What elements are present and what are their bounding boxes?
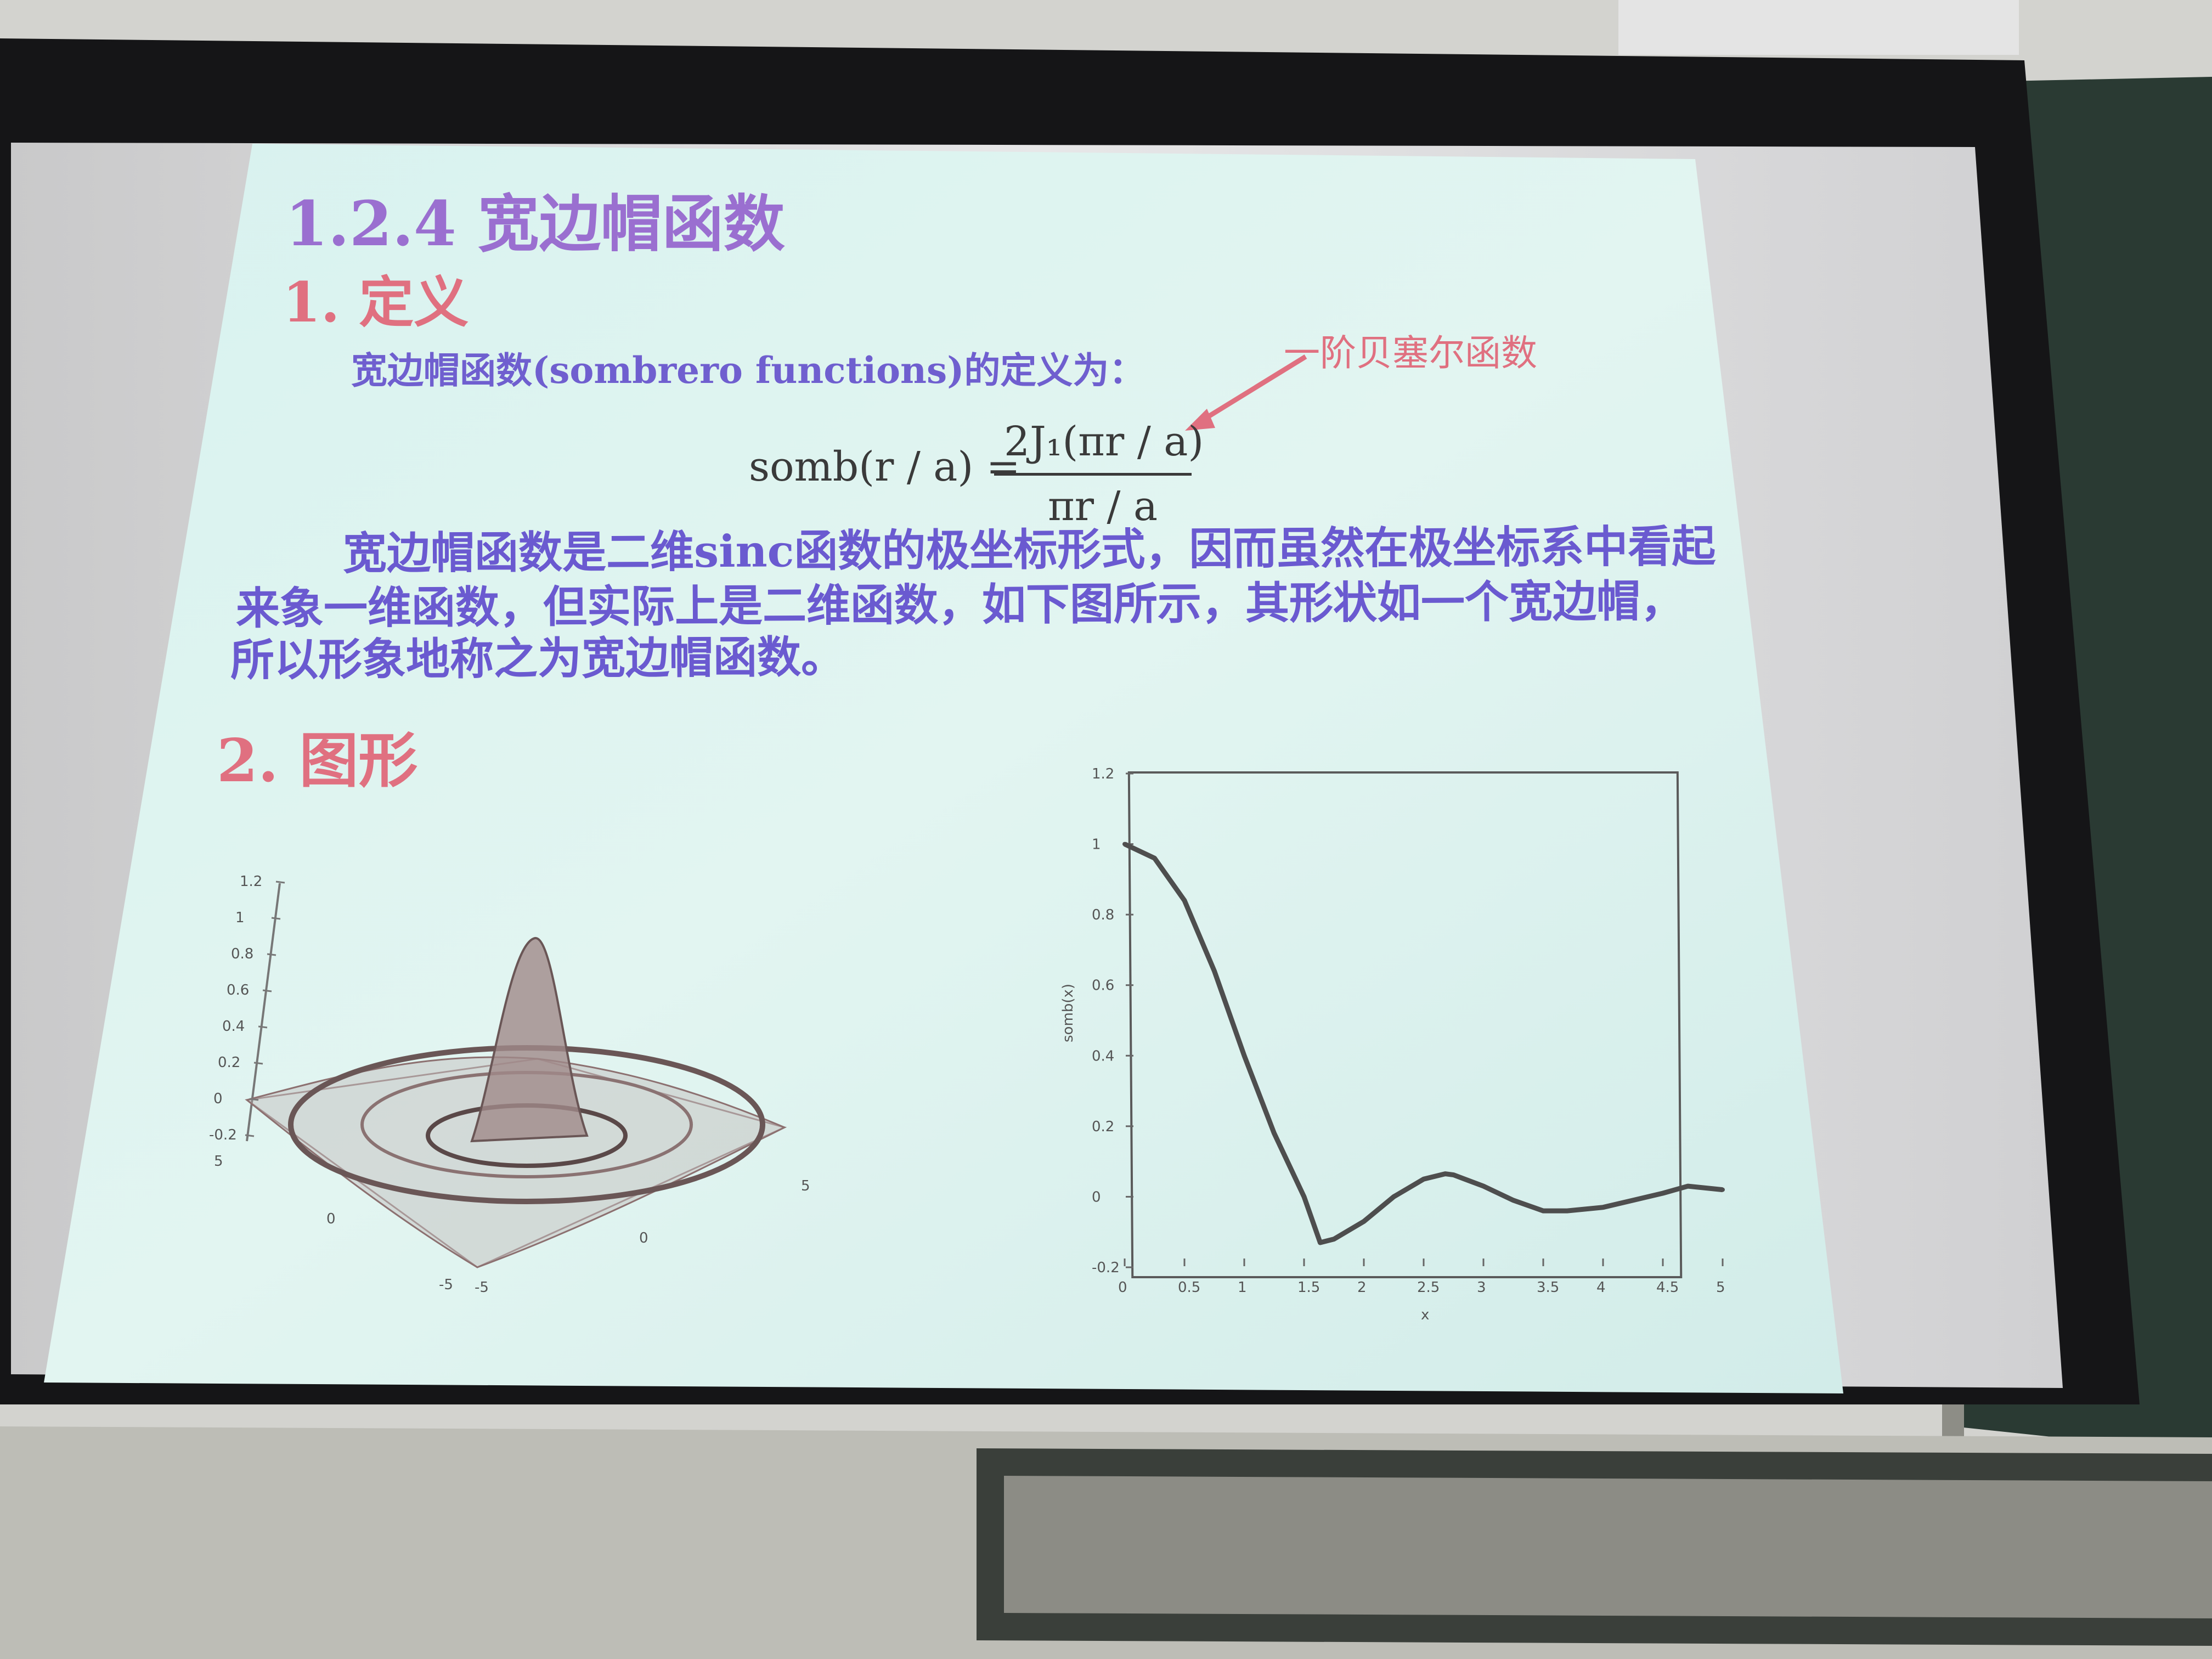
formula-fraction-bar	[994, 473, 1192, 476]
paragraph-line-2: 来象一维函数，但实际上是二维函数，如下图所示，其形状如一个宽边帽，	[235, 575, 1685, 634]
paragraph-line-3: 所以形象地称之为宽边帽函数。	[230, 631, 845, 686]
definition-intro: 宽边帽函数(sombrero functions)的定义为：	[351, 349, 1146, 392]
formula-lhs: somb(r / a) =	[749, 443, 1020, 490]
graph-heading: 2. 图形	[217, 726, 418, 795]
formula-numerator: 2J₁(πr / a)	[1004, 418, 1204, 465]
slide-content: 1.2.4 宽边帽函数 1. 定义 宽边帽函数(sombrero functio…	[0, 0, 2212, 1659]
bessel-annotation: 一阶贝塞尔函数	[1284, 332, 1537, 374]
definition-heading: 1. 定义	[283, 270, 469, 335]
paragraph-line-1: 宽边帽函数是二维sinc函数的极坐标形式，因而虽然在极坐标系中看起	[342, 520, 1716, 579]
section-title: 1.2.4 宽边帽函数	[285, 188, 785, 260]
